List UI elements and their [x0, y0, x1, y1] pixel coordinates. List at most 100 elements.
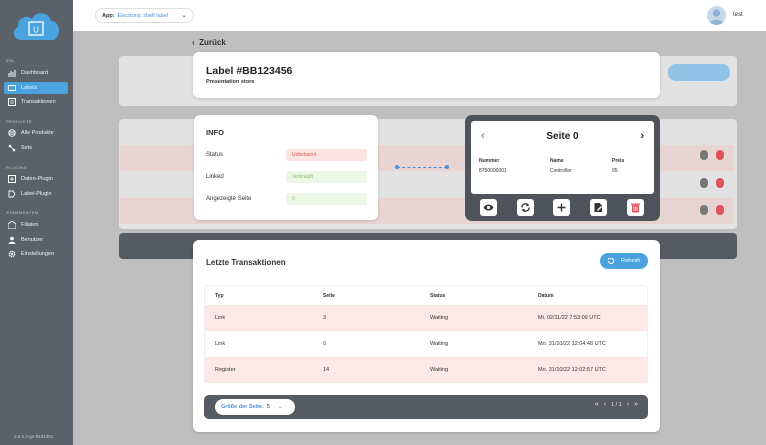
cell-seite: 3	[323, 315, 327, 321]
sidebar-item-labels[interactable]: Labels	[4, 82, 68, 94]
label-column-header: Name	[550, 158, 564, 164]
chevron-left-icon: ‹	[192, 38, 195, 47]
page-title: Label #BB123456	[206, 65, 293, 77]
sidebar-item-daten-plugin[interactable]: Daten-Plugin	[4, 173, 68, 185]
version-label: 2.6.4.4-go-8151351	[14, 434, 54, 439]
column-header-datum[interactable]: Datum	[538, 293, 554, 299]
add-button[interactable]	[553, 199, 570, 216]
cell-datum: Mo. 31/10/22 12:02:57 UTC	[538, 367, 606, 373]
cell-datum: Mo. 31/10/22 12:04:48 UTC	[538, 341, 606, 347]
info-page-label: Angezeigte Seite	[206, 196, 252, 202]
label-column: Preis 95	[612, 158, 624, 174]
refresh-label: Refresh	[621, 258, 641, 264]
first-page-icon[interactable]: «	[595, 401, 599, 408]
label-column-value: Controller	[550, 168, 572, 174]
page-indicator: 1 / 1	[611, 401, 622, 408]
page-size-select[interactable]: Größe der Seite: 5 ⌄	[215, 399, 295, 415]
table-row[interactable]: Link 0 Waiting Mo. 31/10/22 12:04:48 UTC	[205, 331, 647, 357]
background-icon	[716, 205, 724, 215]
label-column-value: 8750000001	[479, 168, 507, 174]
sidebar-item-label: Alle Produkte	[21, 130, 54, 136]
topbar: App: Electronic shelf label ⌄ test	[73, 0, 766, 31]
page-size-label: Größe der Seite:	[221, 404, 264, 410]
background-icon	[700, 150, 708, 160]
trash-icon	[631, 203, 640, 213]
sync-icon	[521, 203, 530, 212]
page-navigation: « ‹ 1 / 1 › »	[595, 401, 638, 408]
avatar[interactable]	[707, 6, 726, 25]
sidebar-item-label: Sets	[21, 145, 33, 151]
sidebar-item-einstellungen[interactable]: Einstellungen	[4, 248, 68, 260]
back-link[interactable]: ‹ Zurück	[192, 38, 226, 47]
connector-dot	[445, 165, 449, 169]
sidebar-item-label: Transaktionen	[21, 99, 56, 105]
column-header-typ[interactable]: Typ	[215, 293, 224, 299]
column-header-seite[interactable]: Seite	[323, 293, 335, 299]
label-icon	[7, 84, 16, 93]
edit-button[interactable]	[590, 199, 607, 216]
refresh-icon	[607, 257, 615, 265]
sidebar-item-dashboard[interactable]: Dashboard	[4, 67, 68, 79]
next-page-button[interactable]: ›	[640, 130, 644, 142]
label-column-header: Nummer	[479, 158, 500, 164]
label-column-header: Preis	[612, 158, 625, 164]
label-column: Name Controller	[550, 158, 572, 174]
info-card: INFO Status Unbekannt Linked Verknüpft A…	[194, 115, 378, 220]
next-page-icon[interactable]: ›	[627, 401, 629, 408]
transactions-heading: Letzte Transaktionen	[206, 258, 286, 267]
cell-status: Waiting	[430, 315, 449, 321]
sidebar-item-label: Labels	[21, 85, 38, 91]
sidebar-item-label-plugin[interactable]: Label-Plugin	[4, 188, 68, 200]
app-select-value: Electronic shelf label	[117, 12, 168, 19]
store-icon	[7, 221, 16, 230]
chart-icon	[7, 69, 16, 78]
label-plugin-icon	[7, 190, 16, 199]
view-button[interactable]	[480, 199, 497, 216]
pagination-bar: Größe der Seite: 5 ⌄ « ‹ 1 / 1 › »	[204, 395, 648, 419]
sidebar-item-sets[interactable]: Sets	[4, 142, 68, 154]
data-plugin-icon	[7, 175, 16, 184]
table-row[interactable]: Link 3 Waiting Mi. 02/11/22 7:53:09 UTC	[205, 305, 647, 331]
cloud-logo-icon: U	[13, 13, 60, 40]
info-heading: INFO	[206, 128, 224, 137]
background-icon	[700, 205, 708, 215]
background-icon	[716, 178, 724, 188]
user-avatar-icon	[709, 9, 724, 25]
table-row[interactable]: Register 14 Waiting Mo. 31/10/22 12:02:5…	[205, 357, 647, 383]
column-header-status[interactable]: Status	[430, 293, 445, 299]
background-button	[668, 64, 730, 81]
label-screen: ‹ Seite 0 › Nummer 8750000001 Name Contr…	[471, 121, 654, 194]
cell-status: Waiting	[430, 367, 449, 373]
last-page-icon[interactable]: »	[634, 401, 638, 408]
refresh-button[interactable]: Refresh	[600, 253, 648, 269]
info-linked-label: Linked	[206, 174, 224, 180]
label-column-value: 95	[612, 168, 618, 174]
cell-seite: 0	[323, 341, 327, 347]
page-size-value: 5	[266, 404, 270, 410]
background-icon	[700, 178, 708, 188]
products-icon	[7, 129, 16, 138]
prev-page-icon[interactable]: ‹	[604, 401, 606, 408]
transactions-card: Letzte Transaktionen Refresh Typ Seite S…	[193, 240, 660, 432]
app-select[interactable]: App: Electronic shelf label ⌄	[95, 8, 194, 23]
eye-icon	[483, 204, 494, 211]
sidebar-section-stammdaten: Stammdaten	[6, 210, 39, 215]
transaction-icon	[7, 98, 16, 107]
sidebar-item-filialen[interactable]: Filialen	[4, 219, 68, 231]
back-label: Zurück	[199, 38, 226, 47]
linked-badge: Verknüpft	[286, 171, 367, 183]
sets-icon	[7, 144, 16, 153]
user-name[interactable]: test	[733, 12, 743, 18]
sidebar-item-benutzer[interactable]: Benutzer	[4, 234, 68, 246]
plus-icon	[557, 203, 566, 212]
sidebar-section-esl: ESL	[6, 58, 16, 63]
sidebar-item-alle-produkte[interactable]: Alle Produkte	[4, 127, 68, 139]
sidebar-item-transaktionen[interactable]: Transaktionen	[4, 96, 68, 108]
app-select-label: App:	[102, 12, 115, 19]
cell-seite: 14	[323, 367, 330, 373]
chevron-down-icon: ⌄	[277, 404, 283, 410]
delete-button[interactable]	[627, 199, 644, 216]
sync-button[interactable]	[517, 199, 534, 216]
cell-typ: Register	[215, 367, 236, 373]
cell-typ: Link	[215, 341, 226, 347]
